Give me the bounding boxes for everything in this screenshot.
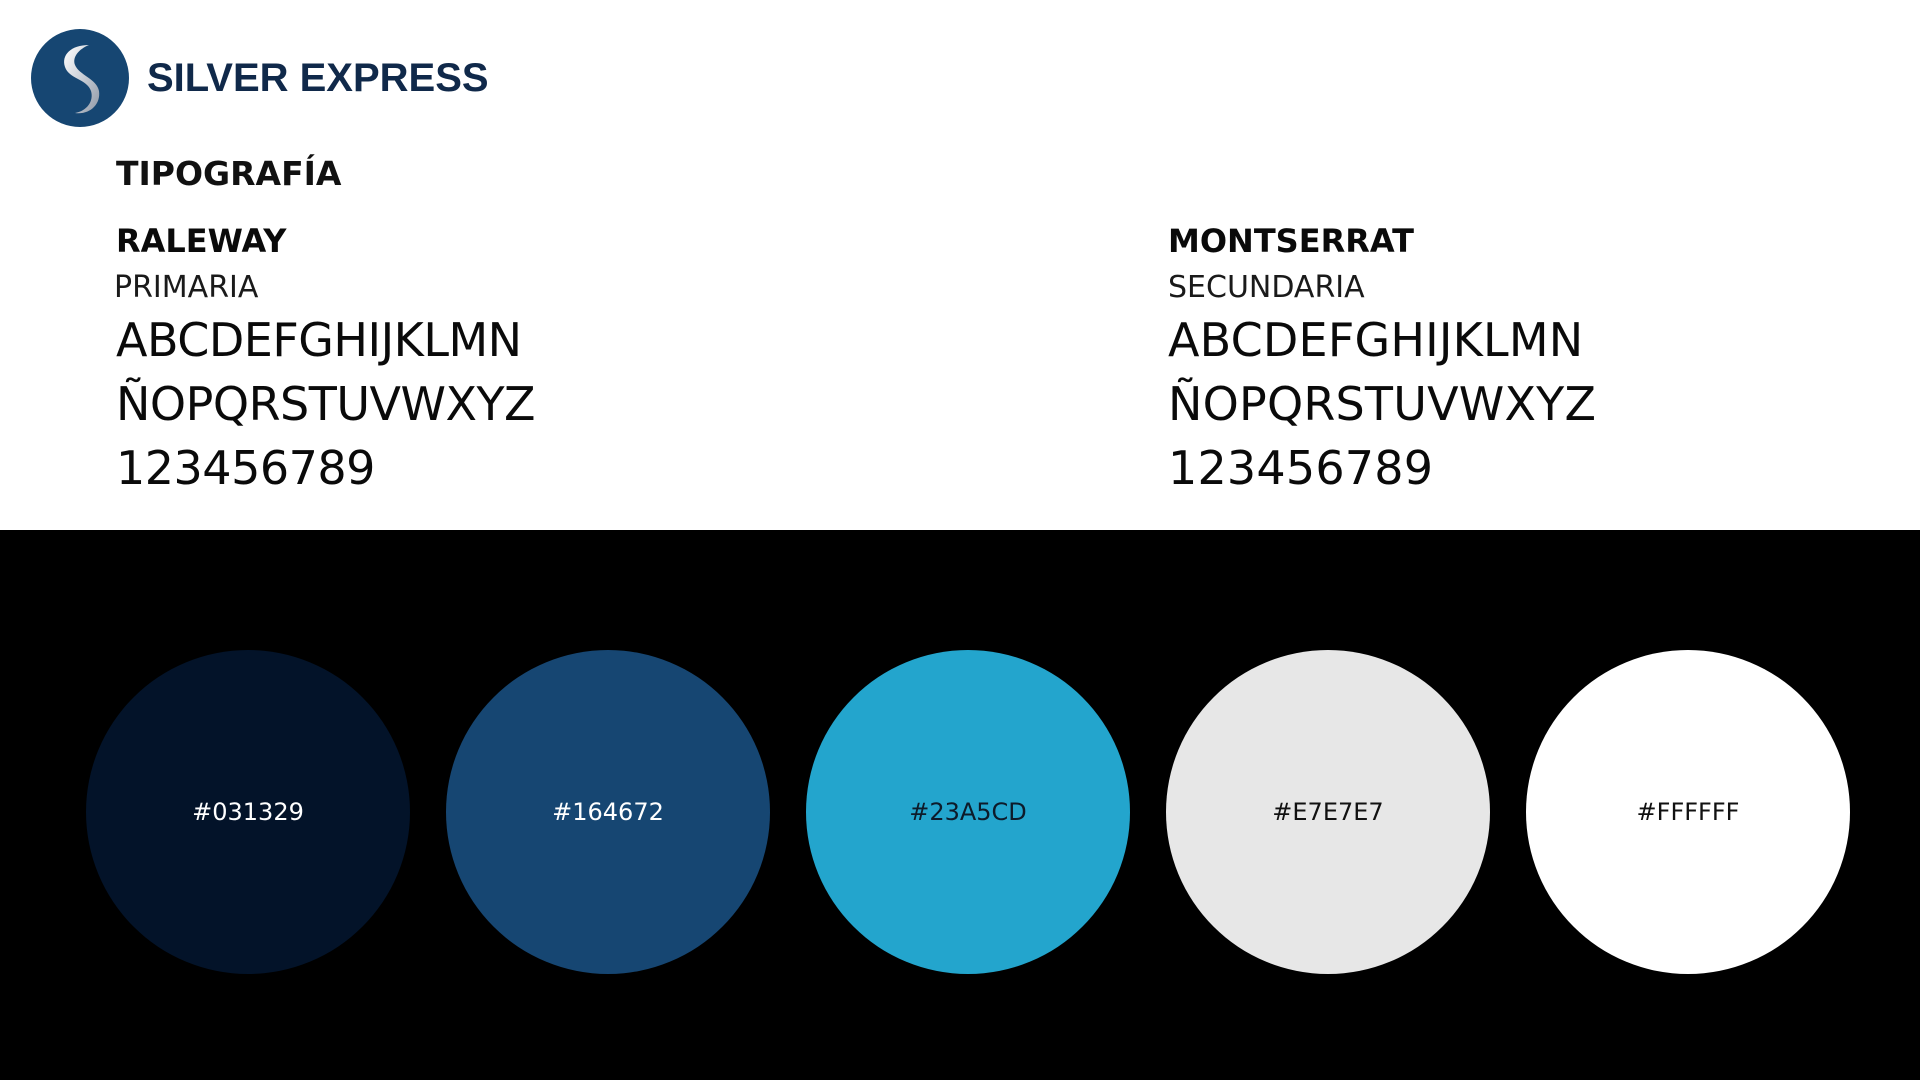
font-name: MONTSERRAT <box>1168 222 1414 260</box>
font-role: PRIMARIA <box>114 270 259 305</box>
brand-logo: SILVER EXPRESS <box>31 29 489 127</box>
secondary-font-card: MONTSERRAT SECUNDARIA ABCDEFGHIJKLMN ÑOP… <box>1168 220 1596 500</box>
swatch-hex-label: #031329 <box>192 798 304 826</box>
color-swatch-3: #23A5CD <box>806 650 1130 974</box>
brand-name: SILVER EXPRESS <box>147 55 489 100</box>
font-role: SECUNDARIA <box>1168 270 1365 305</box>
primary-font-card: RALEWAY PRIMARIA ABCDEFGHIJKLMN ÑOPQRSTU… <box>114 220 536 500</box>
specimen-uppercase-a-n: ABCDEFGHIJKLMN <box>116 313 522 367</box>
swatch-hex-label: #FFFFFF <box>1636 798 1740 826</box>
specimen-digits: 123456789 <box>116 441 375 495</box>
typography-title: TIPOGRAFÍA <box>116 154 342 193</box>
font-name: RALEWAY <box>116 222 287 260</box>
swatch-hex-label: #23A5CD <box>909 798 1027 826</box>
color-swatch-2: #164672 <box>446 650 770 974</box>
s-swirl-logo-icon <box>31 29 129 127</box>
specimen-uppercase-n-z: ÑOPQRSTUVWXYZ <box>116 377 536 431</box>
specimen-uppercase-a-n: ABCDEFGHIJKLMN <box>1168 313 1584 367</box>
typography-section: SILVER EXPRESS TIPOGRAFÍA RALEWAY PRIMAR… <box>0 0 1920 530</box>
color-swatch-1: #031329 <box>86 650 410 974</box>
swatch-hex-label: #164672 <box>552 798 664 826</box>
specimen-uppercase-n-z: ÑOPQRSTUVWXYZ <box>1168 377 1597 431</box>
color-swatch-4: #E7E7E7 <box>1166 650 1490 974</box>
color-swatch-5: #FFFFFF <box>1526 650 1850 974</box>
specimen-digits: 123456789 <box>1168 441 1434 495</box>
swatch-hex-label: #E7E7E7 <box>1272 798 1384 826</box>
